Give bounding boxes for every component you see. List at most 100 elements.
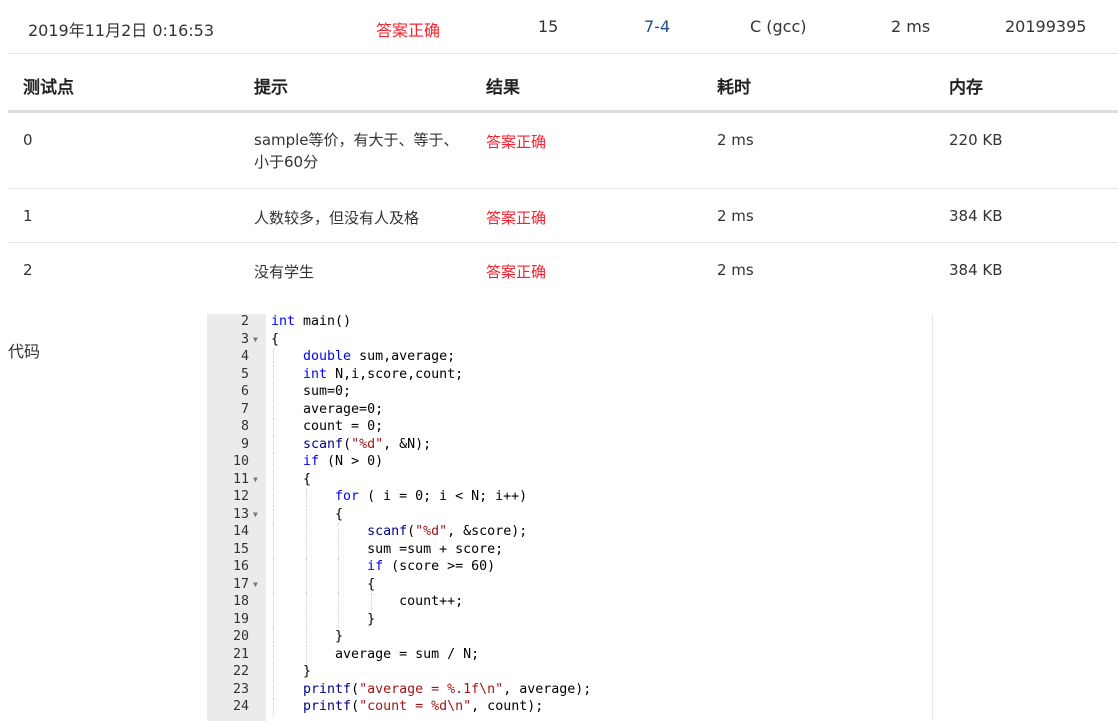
code-text: for ( i = 0; i < N; i++) (335, 489, 528, 504)
line-number: 20 (232, 629, 249, 644)
code-text: int main() (271, 314, 352, 329)
line-number: 14 (232, 524, 249, 539)
table-row: 0 sample等价，有大于、等于、小于60分 答案正确 2 ms 220 KB (8, 113, 1118, 189)
indent-guide (273, 365, 274, 383)
code-line: 24 printf("count = %d\n", count); (207, 698, 932, 716)
code-line: 11 ▼ { (207, 470, 932, 489)
code-text: { (271, 576, 376, 592)
header-result: 结果 (486, 78, 520, 98)
code-line: 17 ▼ { (207, 575, 932, 594)
indent-guide (338, 575, 340, 593)
case-result: 答案正确 (486, 209, 547, 227)
problem-link[interactable]: 7-4 (644, 17, 670, 36)
code-line: 14 scanf("%d", &score); (207, 523, 932, 541)
code-text: count = 0; (271, 419, 384, 434)
line-number: 6 (240, 384, 249, 399)
code-line: 16 if (score >= 60) (207, 558, 932, 576)
indent-guide (273, 575, 274, 593)
code-text: } (271, 629, 344, 644)
case-id: 0 (23, 131, 33, 149)
line-number: 2 (240, 314, 249, 329)
code-line: 22 } (207, 663, 932, 681)
line-number: 21 (232, 646, 249, 662)
indent-guide (273, 470, 274, 488)
code-text: printf("count = %d\n", count); (303, 699, 544, 714)
header-case: 测试点 (23, 78, 74, 98)
header-memory: 内存 (949, 78, 983, 98)
case-memory: 220 KB (949, 131, 1003, 149)
line-number: 16 (232, 559, 249, 574)
line-number: 10 (232, 454, 249, 469)
code-line: 23 printf("average = %.1f\n", average); (207, 680, 932, 698)
code-line: 9 scanf("%d", &N); (207, 435, 932, 453)
case-time: 2 ms (717, 261, 754, 279)
indent-guide (305, 540, 307, 558)
code-text: count++; (271, 594, 464, 609)
line-number: 23 (232, 681, 249, 697)
table-row: 2 没有学生 答案正确 2 ms 384 KB (8, 243, 1118, 297)
indent-guide (305, 575, 307, 593)
submission-score: 15 (538, 17, 559, 36)
case-id: 1 (23, 207, 33, 225)
fold-arrow-icon[interactable]: ▼ (253, 576, 258, 594)
code-line: 21 average = sum / N; (207, 645, 932, 663)
indent-guide (273, 610, 274, 628)
code-line: 20 } (207, 628, 932, 646)
code-text: double sum,average; (303, 349, 456, 364)
code-line: 19 } (207, 610, 932, 628)
code-label: 代码 (8, 342, 41, 361)
line-number: 19 (232, 611, 249, 627)
table-row: 1 人数较多，但没有人及格 答案正确 2 ms 384 KB (8, 189, 1118, 243)
fold-arrow-icon[interactable]: ▼ (253, 471, 258, 489)
code-text: int N,i,score,count; (303, 366, 464, 382)
indent-guide (338, 593, 340, 611)
line-number: 11 (232, 471, 249, 487)
line-number: 7 (240, 401, 249, 417)
case-result: 答案正确 (486, 263, 547, 281)
indent-guide (305, 610, 307, 628)
line-number: 17 (232, 576, 249, 592)
case-memory: 384 KB (949, 261, 1003, 279)
user-id: 20199395 (1005, 17, 1087, 36)
indent-guide (273, 400, 274, 418)
indent-guide (273, 453, 274, 471)
indent-guide (273, 593, 274, 611)
code-line: 3 ▼ { (207, 331, 932, 349)
compiler-name: C (gcc) (750, 17, 807, 36)
line-number: 8 (240, 419, 249, 434)
code-line: 4 double sum,average; (207, 348, 932, 366)
indent-guide (305, 523, 307, 541)
indent-guide (370, 593, 372, 611)
case-memory: 384 KB (949, 207, 1003, 225)
indent-guide (273, 488, 274, 506)
test-cases-header: 测试点 提示 结果 耗时 内存 (8, 54, 1118, 113)
indent-guide (273, 663, 274, 681)
line-number: 18 (232, 594, 249, 609)
indent-guide (273, 628, 274, 646)
line-number: 3 (240, 331, 249, 347)
code-viewer[interactable]: 2 int main() 3 ▼{4 double sum,average; 5 int… (207, 314, 933, 721)
submission-summary-row: 2019年11月2日 0:16:53 答案正确 15 7-4 C (gcc) 2… (8, 0, 1118, 54)
case-result: 答案正确 (486, 133, 547, 151)
indent-guide (338, 558, 340, 576)
indent-guide (338, 540, 340, 558)
line-number: 12 (232, 489, 249, 504)
fold-arrow-icon[interactable]: ▼ (253, 331, 258, 349)
indent-guide (273, 645, 274, 663)
indent-guide (338, 523, 340, 541)
code-line: 6 sum=0; (207, 383, 932, 401)
fold-arrow-icon[interactable]: ▼ (253, 506, 258, 524)
code-text: { (271, 471, 312, 487)
submission-status: 答案正确 (376, 21, 441, 40)
indent-guide (273, 383, 274, 401)
indent-guide (273, 698, 274, 716)
submission-time: 2019年11月2日 0:16:53 (28, 21, 215, 40)
code-line: 12 for ( i = 0; i < N; i++) (207, 488, 932, 506)
code-text: { (271, 331, 280, 347)
case-hint: 没有学生 (254, 263, 315, 281)
indent-guide (273, 558, 274, 576)
code-line: 13 ▼ { (207, 505, 932, 524)
code-text: if (N > 0) (303, 454, 384, 469)
case-time: 2 ms (717, 207, 754, 225)
indent-guide (305, 488, 307, 506)
